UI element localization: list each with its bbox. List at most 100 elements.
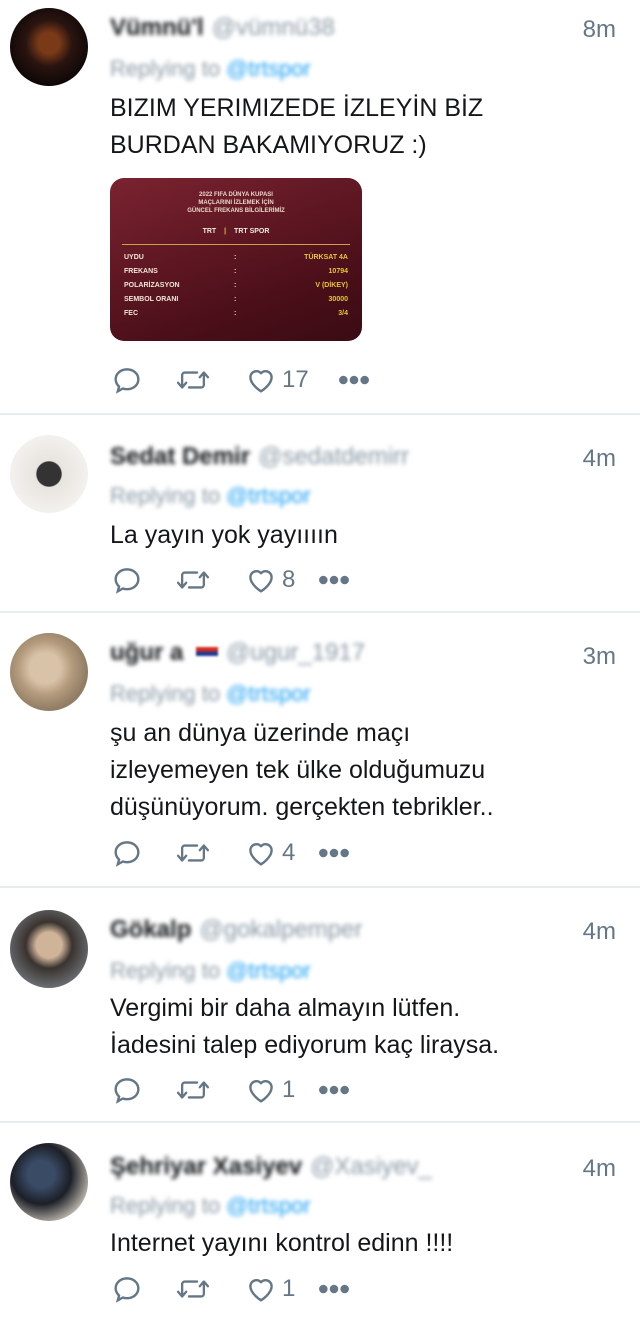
mention-link[interactable]: @trtspor <box>226 1193 311 1218</box>
mention-link[interactable]: @trtspor <box>226 958 311 983</box>
timestamp[interactable]: 4m <box>583 445 616 473</box>
display-name[interactable]: Gökalp <box>110 916 191 943</box>
display-name[interactable]: Vümnü'l <box>110 14 204 41</box>
more-icon <box>314 836 354 870</box>
reply-button[interactable] <box>110 1070 144 1110</box>
retweet-button[interactable] <box>174 833 212 873</box>
tweet-text: Internet yayını kontrol edinn !!!! <box>110 1229 454 1257</box>
timestamp[interactable]: 3m <box>583 643 616 671</box>
replying-to-label: Replying to <box>110 483 221 508</box>
heart-icon <box>244 1073 278 1107</box>
retweet-button[interactable] <box>174 1269 212 1309</box>
tweet[interactable]: Gökalp @gokalpemper 4m Replying to @trtspo… <box>0 888 640 1123</box>
retweet-button[interactable] <box>174 360 212 400</box>
retweet-button[interactable] <box>174 1070 212 1110</box>
avatar[interactable] <box>10 1143 88 1221</box>
tweet[interactable]: Şehriyar Xasiyev @Xasiyev_ 4m Replying to… <box>0 1123 640 1325</box>
replying-to: Replying to @trtspor <box>110 681 311 707</box>
more-button[interactable] <box>334 360 374 400</box>
mention-link[interactable]: @trtspor <box>226 681 311 706</box>
username[interactable]: @sedatdemirr <box>258 443 409 470</box>
tweet-text: Vergimi bir daha almayın lütfen. İadesin… <box>110 994 500 1059</box>
flag-icon <box>196 646 219 661</box>
image-row: FEC:3/4 <box>124 310 348 317</box>
more-button[interactable] <box>314 1070 354 1110</box>
mention-link[interactable]: @trtspor <box>226 56 311 81</box>
like-button[interactable]: 4 <box>244 833 295 873</box>
retweet-icon <box>174 836 212 870</box>
reply-button[interactable] <box>110 560 144 600</box>
retweet-button[interactable] <box>174 560 212 600</box>
image-row: FREKANS:10794 <box>124 268 348 275</box>
tweet-actions: 17 <box>110 360 450 400</box>
avatar[interactable] <box>10 910 88 988</box>
tweet[interactable]: Vümnü'l @vümnü38 8m Replying to @trtspor B… <box>0 0 640 415</box>
image-title-line: 2022 FIFA DÜNYA KUPASI <box>199 192 273 198</box>
replying-to: Replying to @trtspor <box>110 958 311 984</box>
like-button[interactable]: 1 <box>244 1269 295 1309</box>
more-button[interactable] <box>314 560 354 600</box>
more-icon <box>314 563 354 597</box>
like-count: 4 <box>282 839 296 866</box>
display-name[interactable]: uğur a <box>110 639 183 666</box>
like-count: 8 <box>282 566 296 593</box>
tweet-text: BIZIM YERIMIZEDE İZLEYİN BİZ BURDAN BAKA… <box>110 94 484 159</box>
like-button[interactable]: 1 <box>244 1070 295 1110</box>
heart-icon <box>244 836 278 870</box>
replying-to: Replying to @trtspor <box>110 56 311 82</box>
replying-to-label: Replying to <box>110 681 221 706</box>
retweet-icon <box>174 1272 212 1306</box>
like-count: 1 <box>282 1076 296 1103</box>
heart-icon <box>244 363 278 397</box>
tweet-actions: 8 <box>110 560 450 600</box>
tweet-text: La yayın yok yayıııın <box>110 521 338 549</box>
reply-icon <box>110 1272 144 1306</box>
username[interactable]: @gokalpemper <box>199 916 362 943</box>
more-icon <box>314 1073 354 1107</box>
avatar[interactable] <box>10 435 88 513</box>
mention-link[interactable]: @trtspor <box>226 483 311 508</box>
image-title-line: MAÇLARINI İZLEMEK İÇİN <box>198 200 274 206</box>
reply-icon <box>110 1073 144 1107</box>
tweet-text: şu an dünya üzerinde maçı izleyemeyen te… <box>110 719 494 821</box>
username[interactable]: @ugur_1917 <box>226 639 365 666</box>
heart-icon <box>244 1272 278 1306</box>
like-button[interactable]: 17 <box>244 360 309 400</box>
heart-icon <box>244 563 278 597</box>
like-button[interactable]: 8 <box>244 560 295 600</box>
more-button[interactable] <box>314 833 354 873</box>
username[interactable]: @Xasiyev_ <box>310 1153 432 1180</box>
tweet[interactable]: uğur a @ugur_1917 3m Replying to @trtspor… <box>0 613 640 888</box>
timestamp[interactable]: 4m <box>583 1155 616 1183</box>
more-button[interactable] <box>314 1269 354 1309</box>
avatar[interactable] <box>10 8 88 86</box>
divider <box>122 244 350 245</box>
replying-to: Replying to @trtspor <box>110 483 311 509</box>
like-count: 17 <box>282 366 309 393</box>
reply-button[interactable] <box>110 360 144 400</box>
timestamp[interactable]: 8m <box>583 16 616 44</box>
reply-button[interactable] <box>110 833 144 873</box>
reply-icon <box>110 836 144 870</box>
tweet[interactable]: Sedat Demir @sedatdemirr 4m Replying to @t… <box>0 415 640 613</box>
reply-icon <box>110 563 144 597</box>
tweet-actions: 4 <box>110 833 450 873</box>
image-row: SEMBOL ORANI:30000 <box>124 296 348 303</box>
timestamp[interactable]: 4m <box>583 918 616 946</box>
tweet-actions: 1 <box>110 1070 450 1110</box>
attached-image[interactable]: 2022 FIFA DÜNYA KUPASI MAÇLARINI İZLEMEK… <box>110 178 362 341</box>
avatar[interactable] <box>10 633 88 711</box>
brand-trt: TRT <box>202 228 217 235</box>
reply-button[interactable] <box>110 1269 144 1309</box>
display-name[interactable]: Sedat Demir <box>110 443 250 470</box>
image-brands: TRT | TRT SPOR <box>202 228 270 235</box>
retweet-icon <box>174 563 212 597</box>
replying-to: Replying to @trtspor <box>110 1193 311 1219</box>
image-row: UYDU: TÜRKSAT 4A <box>124 254 348 261</box>
display-name[interactable]: Şehriyar Xasiyev <box>110 1153 302 1180</box>
more-icon <box>334 363 374 397</box>
image-row: POLARİZASYON: V (DİKEY) <box>124 282 348 289</box>
reply-icon <box>110 363 144 397</box>
like-count: 1 <box>282 1275 296 1302</box>
username[interactable]: @vümnü38 <box>212 14 335 41</box>
